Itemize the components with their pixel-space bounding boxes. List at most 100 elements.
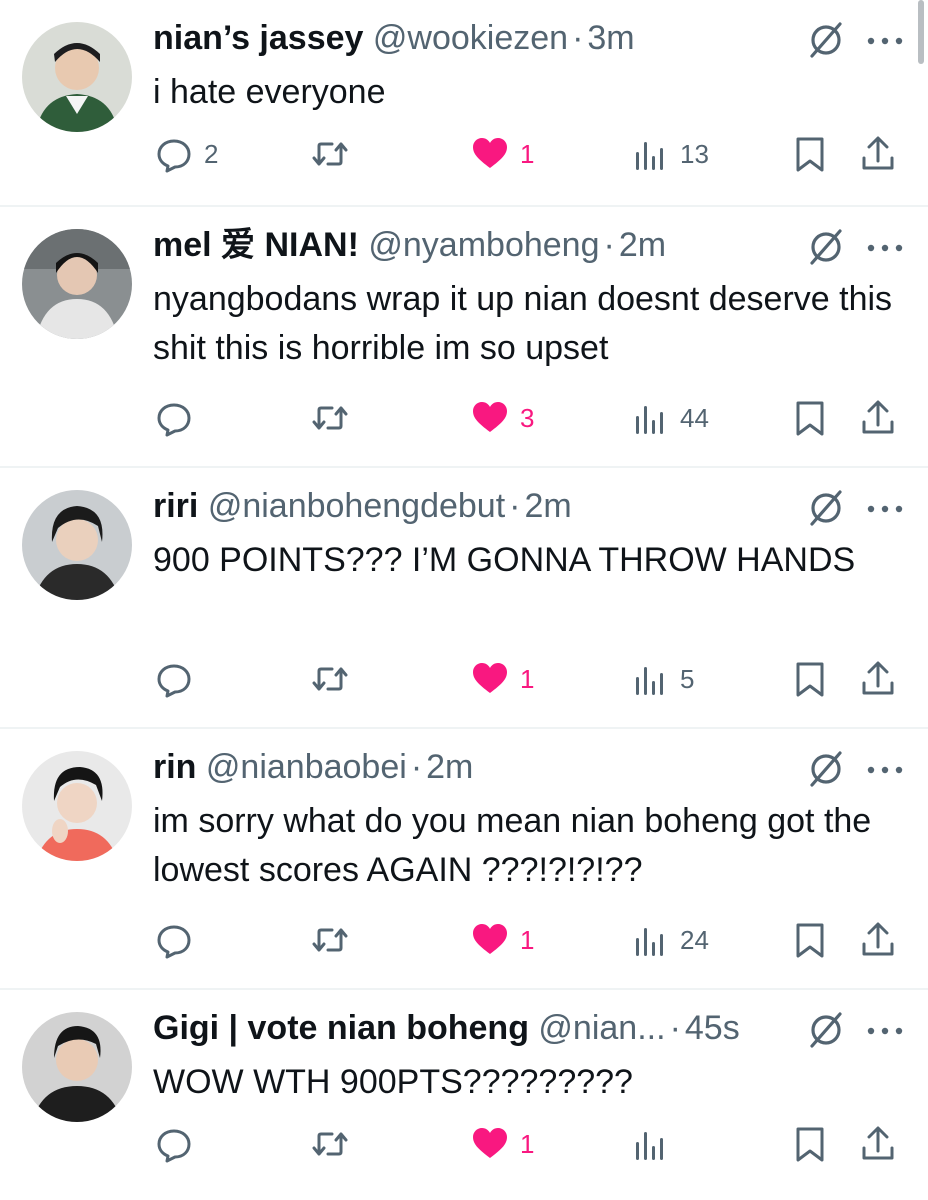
more-icon[interactable]	[862, 24, 908, 58]
share-button[interactable]	[858, 388, 898, 448]
share-icon	[862, 400, 894, 434]
display-name[interactable]: rin	[153, 748, 196, 786]
tweet-text: 900 POINTS??? I’M GONNA THROW HANDS	[153, 541, 856, 579]
retweet-button[interactable]	[310, 124, 350, 184]
timestamp[interactable]: 2m	[524, 487, 571, 525]
like-button[interactable]: 1	[470, 1114, 534, 1174]
tweet-header: Gigi | vote nian boheng @nian... · 45s	[153, 1006, 788, 1050]
views-icon	[636, 928, 663, 956]
views-button[interactable]: 24	[630, 910, 709, 970]
like-button[interactable]: 1	[470, 910, 534, 970]
tweet-header: riri @nianbohengdebut · 2m	[153, 484, 788, 528]
avatar[interactable]	[22, 229, 132, 339]
reply-button[interactable]	[154, 388, 204, 448]
bookmark-button[interactable]	[790, 1114, 830, 1174]
timestamp[interactable]: 3m	[587, 19, 634, 57]
view-count: 44	[680, 402, 709, 433]
view-count: 5	[680, 663, 695, 694]
like-button[interactable]: 1	[470, 124, 534, 184]
separator-dot: ·	[410, 748, 423, 786]
reply-icon	[157, 403, 191, 437]
grok-icon[interactable]	[806, 488, 846, 528]
share-button[interactable]	[858, 1114, 898, 1174]
bookmark-icon	[796, 923, 824, 958]
reply-button[interactable]: 2	[154, 124, 218, 184]
retweet-button[interactable]	[310, 910, 350, 970]
bookmark-button[interactable]	[790, 649, 830, 709]
tweet[interactable]: mel 爱 NIAN! @nyamboheng · 2m nyangbodans w…	[0, 207, 928, 468]
like-count: 1	[520, 1128, 535, 1159]
action-bar: 3 44	[0, 388, 928, 448]
avatar[interactable]	[22, 490, 132, 600]
views-button[interactable]: 44	[630, 388, 709, 448]
display-name[interactable]: mel 爱 NIAN!	[153, 226, 359, 264]
avatar[interactable]	[22, 751, 132, 861]
action-bar: 2 1 13	[0, 124, 928, 184]
like-count: 3	[520, 402, 535, 433]
share-button[interactable]	[858, 649, 898, 709]
reply-button[interactable]	[154, 910, 204, 970]
tweet[interactable]: rin @nianbaobei · 2m im sorry what do you …	[0, 729, 928, 990]
retweet-button[interactable]	[310, 649, 350, 709]
tweet[interactable]: riri @nianbohengdebut · 2m 900 POINTS??? I…	[0, 468, 928, 729]
tweet[interactable]: nian’s jassey @wookiezen · 3m i hate every…	[0, 0, 928, 207]
action-bar: 1 24	[0, 910, 928, 970]
views-icon	[636, 142, 663, 170]
display-name[interactable]: riri	[153, 487, 198, 525]
like-count: 1	[520, 924, 535, 955]
like-button[interactable]: 3	[470, 388, 534, 448]
separator-dot: ·	[509, 487, 521, 525]
views-icon	[636, 667, 663, 695]
bookmark-button[interactable]	[790, 388, 830, 448]
user-handle[interactable]: @nianbaobei	[206, 748, 407, 786]
more-icon[interactable]	[862, 231, 908, 265]
views-button[interactable]: 5	[630, 649, 694, 709]
tweet-text: WOW WTH 900PTS?????????	[153, 1063, 633, 1101]
views-button[interactable]	[630, 1114, 680, 1174]
grok-icon[interactable]	[806, 749, 846, 789]
user-handle[interactable]: @nian...	[538, 1009, 665, 1047]
grok-icon[interactable]	[806, 1010, 846, 1050]
bookmark-button[interactable]	[790, 910, 830, 970]
views-button[interactable]: 13	[630, 124, 709, 184]
user-handle[interactable]: @nyamboheng	[368, 226, 599, 264]
separator-dot: ·	[669, 1009, 681, 1047]
reply-button[interactable]	[154, 1114, 204, 1174]
retweet-button[interactable]	[310, 1114, 350, 1174]
action-bar: 1	[0, 1114, 928, 1174]
reply-icon	[157, 1129, 191, 1163]
grok-icon[interactable]	[806, 20, 846, 60]
more-icon[interactable]	[862, 1014, 908, 1048]
share-button[interactable]	[858, 910, 898, 970]
like-button[interactable]: 1	[470, 649, 534, 709]
timestamp[interactable]: 2m	[619, 226, 666, 264]
separator-dot: ·	[572, 19, 584, 57]
scrollbar[interactable]	[918, 0, 924, 64]
timestamp[interactable]: 2m	[426, 748, 473, 786]
display-name[interactable]: Gigi | vote nian boheng	[153, 1009, 529, 1047]
like-count: 1	[520, 138, 535, 169]
tweet[interactable]: Gigi | vote nian boheng @nian... · 45s WOW…	[0, 990, 928, 1200]
heart-icon	[473, 402, 507, 432]
more-icon[interactable]	[862, 753, 908, 787]
action-bar: 1 5	[0, 649, 928, 709]
display-name[interactable]: nian’s jassey	[153, 19, 363, 57]
retweet-icon	[312, 142, 348, 166]
bookmark-icon	[796, 1127, 824, 1162]
user-handle[interactable]: @nianbohengdebut	[208, 487, 505, 525]
share-button[interactable]	[858, 124, 898, 184]
tweet-text: i hate everyone	[153, 73, 386, 111]
more-icon[interactable]	[862, 492, 908, 526]
bookmark-button[interactable]	[790, 124, 830, 184]
avatar[interactable]	[22, 1012, 132, 1122]
reply-count: 2	[204, 138, 219, 169]
reply-button[interactable]	[154, 649, 204, 709]
retweet-button[interactable]	[310, 388, 350, 448]
tweet-text: nyangbodans wrap it up nian doesnt deser…	[153, 280, 893, 367]
user-handle[interactable]: @wookiezen	[373, 19, 568, 57]
avatar[interactable]	[22, 22, 132, 132]
timestamp[interactable]: 45s	[685, 1009, 740, 1047]
tweet-header: nian’s jassey @wookiezen · 3m	[153, 16, 788, 60]
heart-icon	[473, 1128, 507, 1158]
grok-icon[interactable]	[806, 227, 846, 267]
